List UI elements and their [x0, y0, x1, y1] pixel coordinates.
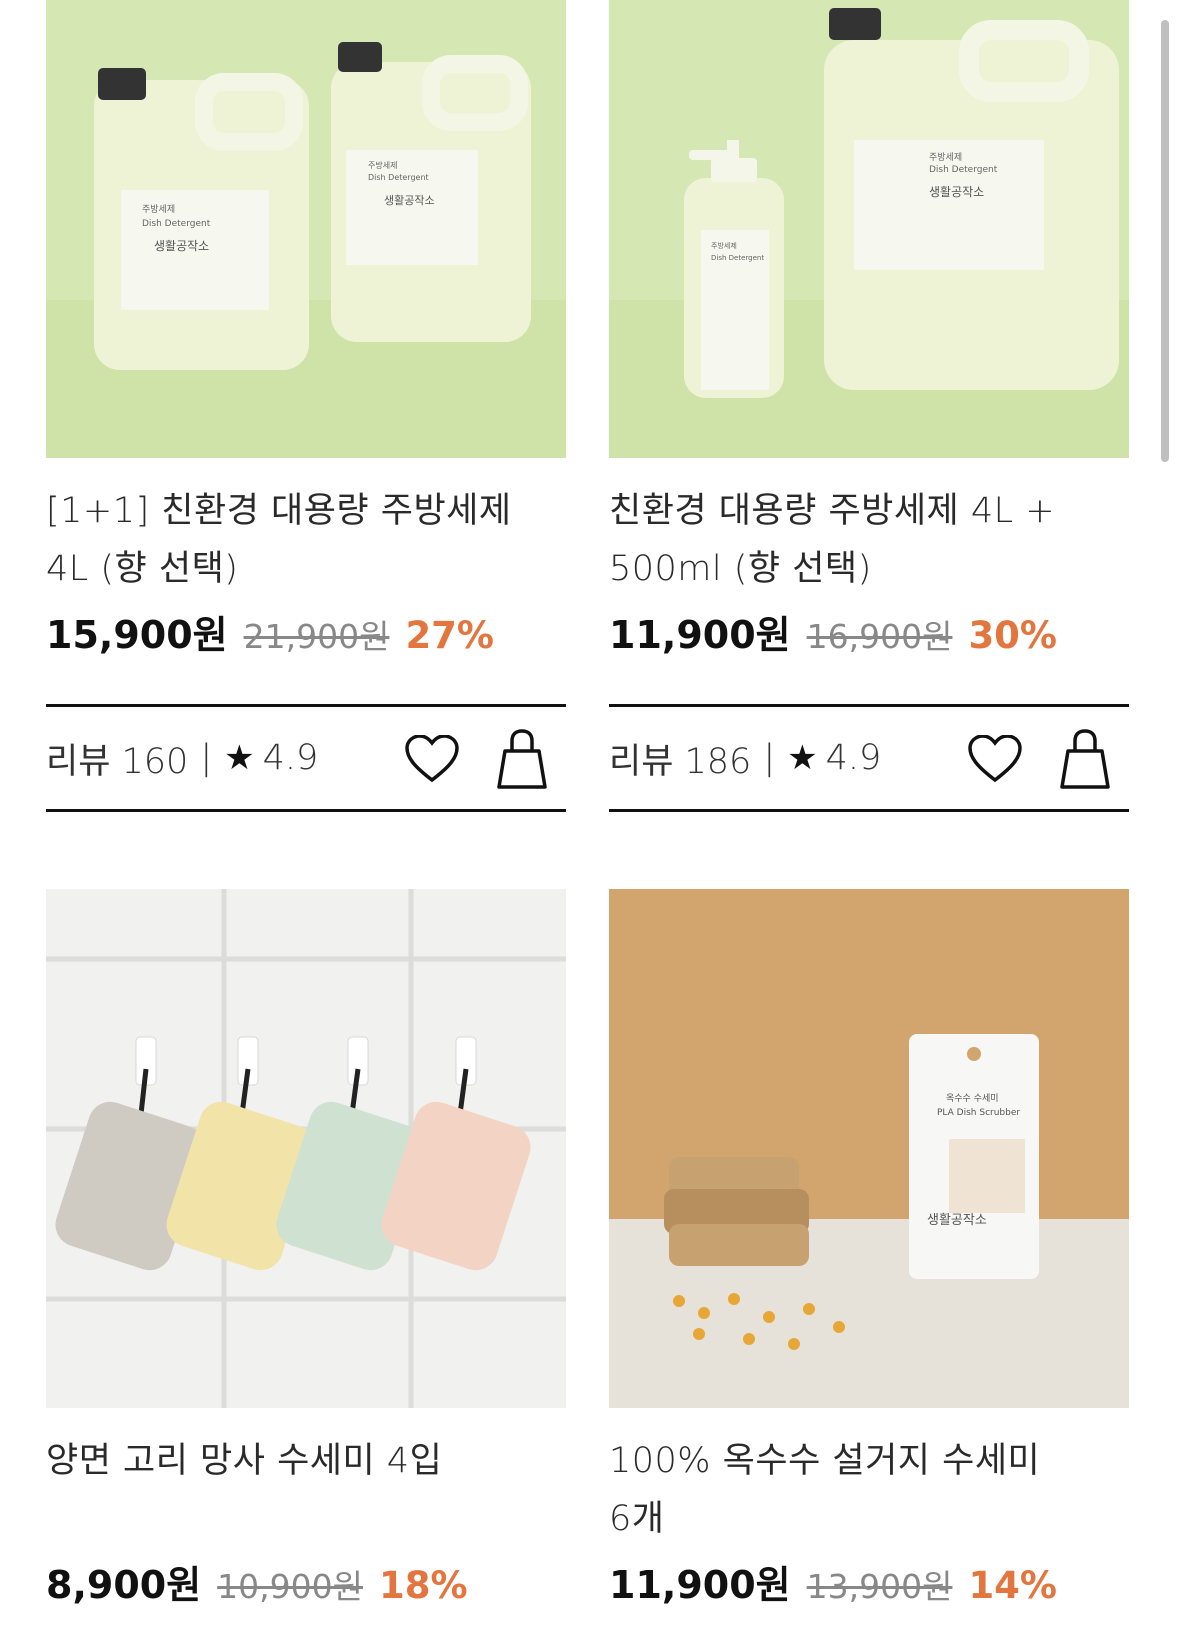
original-price: 10,900원: [217, 1567, 363, 1606]
product-meta-bar: 리뷰 186 | ★ 4.9: [609, 704, 1129, 812]
add-to-cart-button[interactable]: [494, 729, 550, 789]
price-row: 11,900원 13,900원 14%: [609, 1554, 1129, 1609]
shopping-bag-icon: [1060, 729, 1110, 789]
sale-price: 15,900원: [46, 613, 228, 657]
product-image-mesh-scrubber[interactable]: [46, 889, 566, 1408]
divider: |: [763, 738, 776, 778]
discount-rate: 27%: [405, 614, 494, 657]
original-price: 13,900원: [806, 1567, 953, 1606]
product-card[interactable]: 옥수수 수세미 PLA Dish Scrubber 생활공작소 100% 옥수수…: [609, 889, 1129, 1609]
original-price: 21,900원: [243, 617, 390, 656]
svg-text:주방세제: 주방세제: [368, 160, 397, 170]
product-image-corn-scrubber[interactable]: 옥수수 수세미 PLA Dish Scrubber 생활공작소: [609, 889, 1129, 1408]
review-count[interactable]: 리뷰 186: [609, 733, 751, 784]
svg-text:주방세제: 주방세제: [711, 241, 737, 250]
product-card[interactable]: 주방세제 Dish Detergent 주방세제 Dish Detergent …: [609, 0, 1129, 812]
wishlist-button[interactable]: [967, 729, 1023, 789]
heart-icon: [405, 735, 459, 783]
wishlist-button[interactable]: [404, 729, 460, 789]
product-image-detergent-set[interactable]: 주방세제 Dish Detergent 주방세제 Dish Detergent …: [609, 0, 1129, 458]
star-icon: ★: [224, 738, 255, 778]
label-en: Dish Detergent: [142, 219, 211, 229]
svg-text:생활공작소: 생활공작소: [384, 193, 435, 207]
svg-text:옥수수 수세미: 옥수수 수세미: [946, 1093, 999, 1104]
product-title[interactable]: 친환경 대용량 주방세제 4L + 500ml (향 선택): [609, 482, 1129, 598]
product-title[interactable]: 양면 고리 망사 수세미 4입: [46, 1432, 566, 1548]
star-icon: ★: [787, 738, 818, 778]
sale-price: 11,900원: [609, 1563, 791, 1607]
svg-text:PLA Dish Scrubber: PLA Dish Scrubber: [937, 1108, 1020, 1118]
product-meta-bar: 리뷰 160 | ★ 4.9: [46, 704, 566, 812]
price-row: 8,900원 10,900원 18%: [46, 1554, 566, 1609]
svg-text:Dish Detergent: Dish Detergent: [368, 173, 429, 182]
svg-text:생활공작소: 생활공작소: [929, 185, 984, 199]
label-brand: 생활공작소: [154, 239, 209, 253]
product-title[interactable]: [1+1] 친환경 대용량 주방세제 4L (향 선택): [46, 482, 566, 598]
discount-rate: 14%: [968, 1564, 1057, 1607]
sale-price: 8,900원: [46, 1563, 202, 1607]
product-card[interactable]: 주방세제 Dish Detergent 생활공작소 주방세제 Dish Dete…: [46, 0, 566, 812]
original-price: 16,900원: [806, 617, 953, 656]
discount-rate: 18%: [379, 1564, 468, 1607]
label-ko: 주방세제: [142, 204, 175, 215]
svg-text:생활공작소: 생활공작소: [927, 1213, 987, 1228]
shopping-bag-icon: [497, 729, 547, 789]
svg-text:Dish Detergent: Dish Detergent: [711, 254, 764, 262]
svg-text:주방세제: 주방세제: [929, 152, 962, 163]
review-count[interactable]: 리뷰 160: [46, 733, 188, 784]
discount-rate: 30%: [968, 614, 1057, 657]
price-row: 11,900원 16,900원 30%: [609, 604, 1129, 659]
product-image-detergent-1plus1[interactable]: 주방세제 Dish Detergent 생활공작소 주방세제 Dish Dete…: [46, 0, 566, 458]
divider: |: [200, 738, 213, 778]
product-title[interactable]: 100% 옥수수 설거지 수세미 6개: [609, 1432, 1129, 1548]
rating-value: 4.9: [825, 738, 882, 778]
product-card[interactable]: 양면 고리 망사 수세미 4입 8,900원 10,900원 18%: [46, 889, 566, 1609]
scrollbar[interactable]: [1161, 20, 1169, 462]
rating-value: 4.9: [262, 738, 319, 778]
heart-icon: [968, 735, 1022, 783]
price-row: 15,900원 21,900원 27%: [46, 604, 566, 659]
add-to-cart-button[interactable]: [1057, 729, 1113, 789]
svg-text:Dish Detergent: Dish Detergent: [929, 165, 998, 175]
sale-price: 11,900원: [609, 613, 791, 657]
